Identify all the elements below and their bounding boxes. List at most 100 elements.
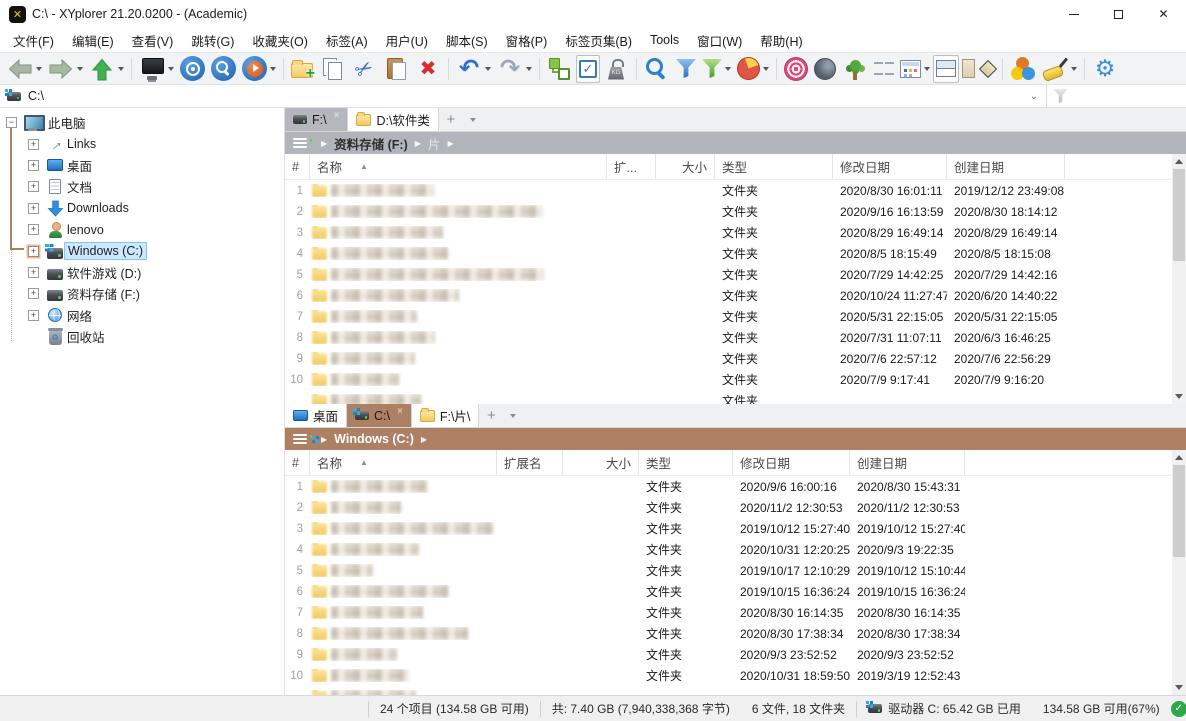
tree-expander-icon[interactable]: + <box>28 288 39 299</box>
menu-icon[interactable] <box>293 434 307 444</box>
column-header-3[interactable]: 扩... <box>607 154 656 179</box>
menu-item-6[interactable]: 标签(A) <box>317 28 377 53</box>
tree-item-网络[interactable]: +网络 <box>0 305 284 326</box>
tree-item-Links[interactable]: +→Links <box>0 133 284 154</box>
file-row[interactable]: 1文件夹2020/9/6 16:00:162020/8/30 15:43:31 <box>285 476 1186 497</box>
breadcrumb-segment[interactable]: 片 <box>428 134 441 153</box>
dropdown-arrow-icon[interactable] <box>270 67 276 71</box>
bottom_pane-vertical-scrollbar[interactable] <box>1172 450 1186 695</box>
column-header-1[interactable]: # <box>285 450 310 475</box>
dropdown-arrow-icon[interactable] <box>36 67 42 71</box>
spiral-button[interactable] <box>781 55 811 83</box>
paint-roller-button[interactable] <box>1039 55 1080 83</box>
scroll-down-icon[interactable] <box>1172 680 1186 695</box>
file-row[interactable]: 8文件夹2020/8/30 17:38:342020/8/30 17:38:34 <box>285 623 1186 644</box>
tab-label[interactable]: 桌面 <box>313 406 338 425</box>
menu-item-12[interactable]: 窗口(W) <box>688 28 751 53</box>
scroll-track[interactable] <box>1172 169 1186 389</box>
weight-button[interactable] <box>600 55 632 83</box>
redo-button[interactable]: ↷ <box>494 55 535 83</box>
tree-view-button[interactable] <box>544 55 576 83</box>
file-row[interactable] <box>285 686 1186 695</box>
file-row[interactable]: 8文件夹2020/7/31 11:07:112020/6/3 16:46:25 <box>285 327 1186 348</box>
moon-button[interactable] <box>811 55 839 83</box>
gear-button[interactable]: ⚙ <box>1089 55 1121 83</box>
address-bar[interactable]: C:\ ⌄ <box>0 85 1186 108</box>
file-row[interactable]: 4文件夹2020/10/31 12:20:252020/9/3 19:22:35 <box>285 539 1186 560</box>
tree-expander-icon[interactable]: + <box>28 160 39 171</box>
file-row[interactable]: 10文件夹2020/7/9 9:17:412020/7/9 9:16:20 <box>285 369 1186 390</box>
panel-button[interactable] <box>959 55 978 83</box>
file-row[interactable]: 3文件夹2019/10/12 15:27:402019/10/12 15:27:… <box>285 518 1186 539</box>
column-header-7[interactable]: 创建日期 <box>850 450 965 475</box>
file-row[interactable]: 3文件夹2020/8/29 16:49:142020/8/29 16:49:14 <box>285 222 1186 243</box>
menu-item-11[interactable]: Tools <box>641 30 688 50</box>
tab-label[interactable]: C:\ <box>374 409 390 423</box>
dropdown-arrow-icon[interactable] <box>526 67 532 71</box>
tree-expander-icon[interactable]: + <box>28 139 39 150</box>
split-horizontal-button[interactable] <box>933 55 959 83</box>
new-folder-button[interactable] <box>288 55 316 83</box>
dropdown-arrow-icon[interactable] <box>485 67 491 71</box>
copy-button[interactable] <box>316 55 348 83</box>
column-header-6[interactable]: 修改日期 <box>733 450 850 475</box>
tree-item-label[interactable]: 软件游戏 (D:) <box>64 262 144 283</box>
column-header-7[interactable]: 创建日期 <box>947 154 1065 179</box>
tree-expander-icon[interactable]: + <box>28 203 39 214</box>
tree-item-文档[interactable]: +文档 <box>0 176 284 197</box>
maximize-button[interactable] <box>1096 0 1141 28</box>
file-row[interactable]: 7文件夹2020/8/30 16:14:352020/8/30 16:14:35 <box>285 602 1186 623</box>
tree-item-label[interactable]: 此电脑 <box>45 112 89 133</box>
column-header-1[interactable]: # <box>285 154 310 179</box>
tree-item-label[interactable]: Windows (C:) <box>64 242 147 260</box>
menu-item-10[interactable]: 标签页集(B) <box>556 28 641 53</box>
new-tab-button[interactable]: + <box>479 404 503 427</box>
paste-button[interactable] <box>380 55 412 83</box>
tab-close-icon[interactable]: × <box>397 404 403 417</box>
tree-item-label[interactable]: 文档 <box>64 176 95 197</box>
menu-item-8[interactable]: 脚本(S) <box>437 28 497 53</box>
diamond-button[interactable] <box>978 55 998 83</box>
tree-expander-icon[interactable]: − <box>6 117 17 128</box>
cut-button[interactable]: ✂ <box>348 55 380 83</box>
up-arrow-button[interactable] <box>86 55 127 83</box>
tree-item-label[interactable]: lenovo <box>64 222 107 238</box>
tab-F-[interactable]: F:\× <box>285 108 348 131</box>
tab-label[interactable]: F:\ <box>312 113 327 127</box>
undo-button[interactable]: ↶ <box>453 55 494 83</box>
address-dropdown-icon[interactable]: ⌄ <box>1022 91 1046 102</box>
dropdown-arrow-icon[interactable] <box>1071 67 1077 71</box>
tree-expander-icon[interactable]: + <box>28 224 39 235</box>
tree-item-回收站[interactable]: 回收站 <box>0 326 284 347</box>
file-row[interactable]: 7文件夹2020/5/31 22:15:052020/5/31 22:15:05 <box>285 306 1186 327</box>
file-row[interactable]: 6文件夹2020/10/24 11:27:472020/6/20 14:40:2… <box>285 285 1186 306</box>
file-row[interactable]: 5文件夹2019/10/17 12:10:292019/10/12 15:10:… <box>285 560 1186 581</box>
scroll-track[interactable] <box>1172 465 1186 680</box>
checkbox-button[interactable] <box>576 55 600 83</box>
tree-item-软件游戏-D-[interactable]: +软件游戏 (D:) <box>0 262 284 283</box>
pie-chart-button[interactable] <box>734 55 772 83</box>
tree-item-label[interactable]: 回收站 <box>64 326 108 347</box>
search-button[interactable] <box>641 55 673 83</box>
file-row[interactable]: 9文件夹2020/9/3 23:52:522020/9/3 23:52:52 <box>285 644 1186 665</box>
monitor-button[interactable] <box>136 55 177 83</box>
tree-item-label[interactable]: Downloads <box>64 200 132 216</box>
tree-item-label[interactable]: Links <box>64 136 99 152</box>
top_pane-vertical-scrollbar[interactable] <box>1172 154 1186 404</box>
delete-button[interactable]: ✖ <box>412 55 444 83</box>
scroll-up-icon[interactable] <box>1172 154 1186 169</box>
close-button[interactable]: ✕ <box>1141 0 1186 28</box>
column-header-2[interactable]: 名称▲ <box>310 450 497 475</box>
dropdown-arrow-icon[interactable] <box>118 67 124 71</box>
file-row[interactable]: 5文件夹2020/7/29 14:42:252020/7/29 14:42:16 <box>285 264 1186 285</box>
status-ok-icon[interactable]: ✓ <box>1171 701 1186 717</box>
tab-label[interactable]: D:\软件类 <box>376 110 429 129</box>
back-arrow-button[interactable] <box>4 55 45 83</box>
tree-item-lenovo[interactable]: + lenovo <box>0 219 284 240</box>
column-header-3[interactable]: 扩展名 <box>497 450 563 475</box>
column-header-2[interactable]: 名称▲ <box>310 154 607 179</box>
dropdown-arrow-icon[interactable] <box>763 67 769 71</box>
filter-box[interactable] <box>1046 85 1186 107</box>
breadcrumb-segment[interactable]: 资料存储 (F:) <box>334 134 408 153</box>
dropdown-arrow-icon[interactable] <box>168 67 174 71</box>
